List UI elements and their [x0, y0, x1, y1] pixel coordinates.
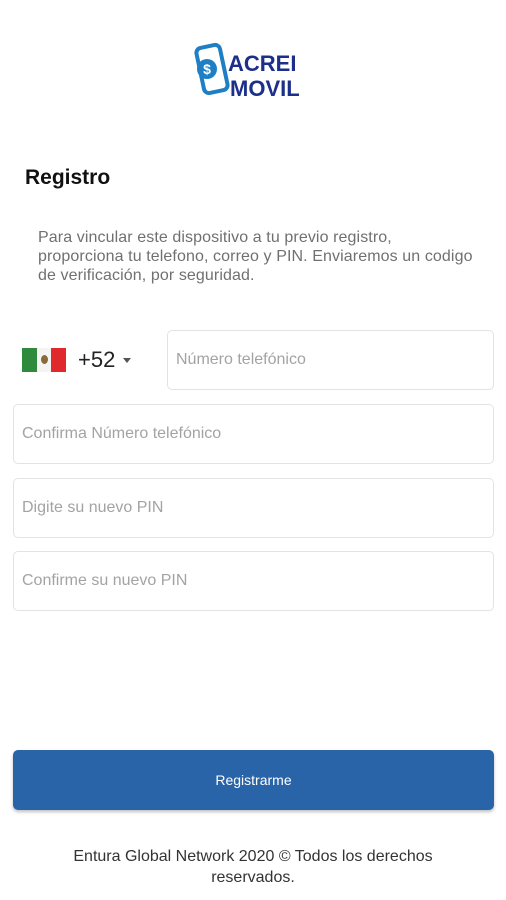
phone-input[interactable] — [174, 350, 493, 370]
page-title: Registro — [25, 166, 111, 189]
register-button[interactable]: Registrarme — [13, 750, 494, 810]
confirm-phone-field[interactable] — [13, 404, 494, 464]
confirm-phone-input[interactable] — [20, 424, 493, 444]
country-code-selector[interactable]: +52 — [22, 340, 147, 380]
pin-input[interactable] — [20, 498, 493, 518]
phone-dollar-icon: $ — [194, 42, 230, 96]
phone-field[interactable] — [167, 330, 494, 390]
mexico-flag-icon — [22, 348, 67, 372]
confirm-pin-input[interactable] — [20, 571, 493, 591]
page-description: Para vincular este dispositivo a tu prev… — [38, 229, 473, 284]
app-logo: $ ACREI MOVIL — [190, 42, 320, 104]
country-code: +52 — [78, 347, 116, 372]
chevron-down-icon — [123, 357, 132, 363]
logo-text-line1: ACREI — [228, 51, 296, 76]
pin-field[interactable] — [13, 478, 494, 538]
logo-text-line2: MOVIL — [230, 76, 300, 101]
footer-copyright: Entura Global Network 2020 © Todos los d… — [73, 848, 433, 886]
confirm-pin-field[interactable] — [13, 551, 494, 611]
logo-symbol: $ — [203, 61, 211, 77]
